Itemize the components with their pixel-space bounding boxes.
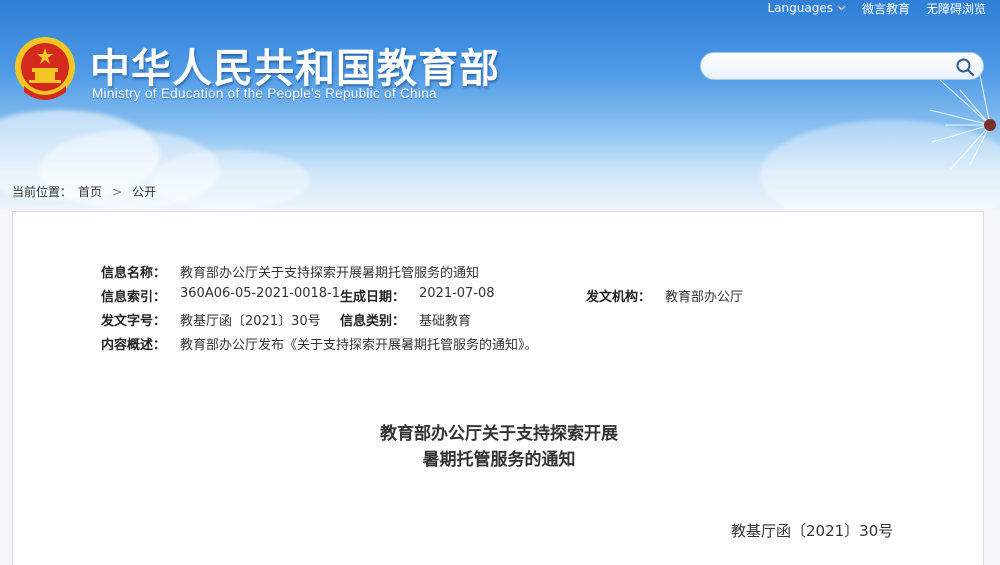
- accessible-browse-link[interactable]: 无障碍浏览: [926, 0, 986, 16]
- site-title-english: Ministry of Education of the People's Re…: [92, 86, 437, 101]
- breadcrumb: 当前位置： 首页 > 公开: [12, 183, 156, 200]
- dandelion-decoration: [929, 74, 996, 171]
- search-input[interactable]: [713, 57, 947, 77]
- doc-number-value: 教基厅函〔2021〕30号: [180, 314, 321, 329]
- document-title-line2: 暑期托管服务的通知: [422, 450, 576, 470]
- chevron-right-icon: >: [112, 184, 123, 199]
- summary-label: 内容概述：: [101, 338, 167, 353]
- breadcrumb-prefix: 当前位置：: [12, 185, 73, 199]
- date-value: 2021-07-08: [419, 286, 495, 301]
- document-title-line1: 教育部办公厅关于支持探索开展: [380, 424, 618, 444]
- category-label: 信息类别：: [340, 314, 406, 329]
- doc-number-label: 发文字号：: [101, 314, 167, 329]
- languages-label: Languages: [767, 1, 833, 15]
- date-label: 生成日期：: [340, 290, 406, 305]
- weibo-link[interactable]: 微言教育: [862, 0, 910, 16]
- info-index-label: 信息索引：: [101, 290, 167, 305]
- cloud-decoration: [150, 150, 310, 210]
- category-value: 基础教育: [419, 314, 472, 329]
- search-icon[interactable]: [955, 57, 975, 77]
- breadcrumb-home[interactable]: 首页: [78, 183, 102, 200]
- top-links: Languages 微言教育 无障碍浏览: [767, 0, 986, 16]
- national-emblem-icon[interactable]: [12, 34, 78, 104]
- search-box: [700, 52, 984, 80]
- languages-link[interactable]: Languages: [767, 0, 846, 16]
- summary-value: 教育部办公厅发布《关于支持探索开展暑期托管服务的通知》。: [180, 338, 538, 353]
- document-number: 教基厅函〔2021〕30号: [731, 522, 894, 540]
- site-header: Languages 微言教育 无障碍浏览 中华人民共和国教育部 Ministry…: [0, 0, 1000, 210]
- breadcrumb-current[interactable]: 公开: [132, 183, 156, 200]
- info-index-value: 360A06-05-2021-0018-1: [180, 286, 340, 301]
- issuing-org-label: 发文机构：: [586, 290, 652, 305]
- info-name-value: 教育部办公厅关于支持探索开展暑期托管服务的通知: [180, 266, 480, 281]
- content-panel: 信息名称： 教育部办公厅关于支持探索开展暑期托管服务的通知 信息索引： 360A…: [12, 211, 984, 565]
- issuing-org-value: 教育部办公厅: [665, 290, 744, 305]
- chevron-down-icon: [837, 5, 846, 11]
- document-title: 教育部办公厅关于支持探索开展 暑期托管服务的通知: [13, 421, 985, 473]
- info-name-label: 信息名称：: [101, 266, 167, 281]
